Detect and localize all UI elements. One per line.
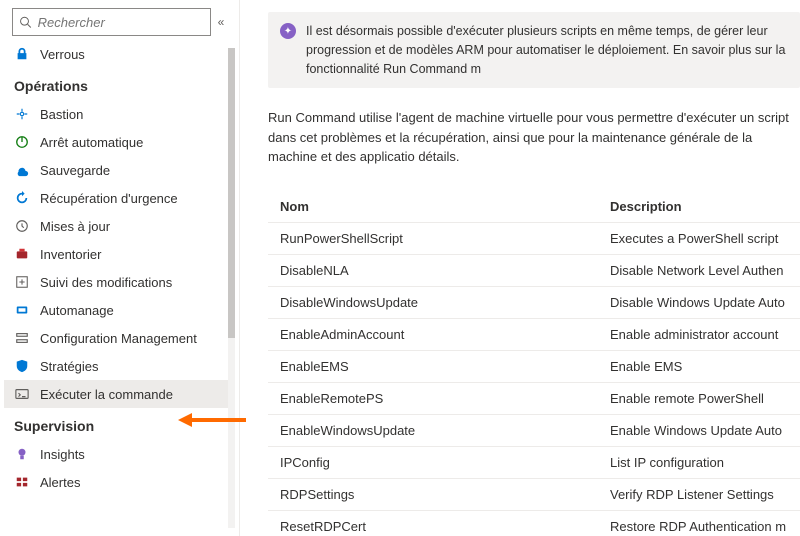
table-row[interactable]: DisableWindowsUpdateDisable Windows Upda…	[268, 286, 800, 318]
sidebar-item-label: Arrêt automatique	[40, 135, 143, 150]
section-header-operations: Opérations	[4, 68, 235, 100]
table-row[interactable]: EnableRemotePSEnable remote PowerShell	[268, 382, 800, 414]
sidebar-item-executer-commande[interactable]: Exécuter la commande	[4, 380, 235, 408]
recovery-icon	[14, 190, 30, 206]
policy-icon	[14, 358, 30, 374]
sidebar-item-verrous[interactable]: Verrous	[4, 40, 235, 68]
table-row[interactable]: RunPowerShellScriptExecutes a PowerShell…	[268, 222, 800, 254]
sidebar-item-label: Suivi des modifications	[40, 275, 172, 290]
sidebar-item-arret-automatique[interactable]: Arrêt automatique	[4, 128, 235, 156]
sidebar-item-label: Inventorier	[40, 247, 101, 262]
change-tracking-icon	[14, 274, 30, 290]
sidebar: « Verrous Opérations Bastion Arrêt autom…	[0, 0, 240, 536]
sidebar-item-label: Insights	[40, 447, 85, 462]
sidebar-item-label: Automanage	[40, 303, 114, 318]
sidebar-item-recuperation[interactable]: Récupération d'urgence	[4, 184, 235, 212]
main-panel: ✦ Il est désormais possible d'exécuter p…	[240, 0, 800, 536]
col-header-name[interactable]: Nom	[268, 191, 598, 223]
sidebar-item-label: Sauvegarde	[40, 163, 110, 178]
info-icon: ✦	[280, 23, 296, 39]
sidebar-item-sauvegarde[interactable]: Sauvegarde	[4, 156, 235, 184]
table-row[interactable]: RDPSettingsVerify RDP Listener Settings	[268, 478, 800, 510]
collapse-sidebar-button[interactable]: «	[211, 15, 231, 29]
alerts-icon	[14, 474, 30, 490]
lock-icon	[14, 46, 30, 62]
section-header-supervision: Supervision	[4, 408, 235, 440]
run-command-icon	[14, 386, 30, 402]
table-row[interactable]: EnableWindowsUpdateEnable Windows Update…	[268, 414, 800, 446]
sidebar-item-label: Configuration Management	[40, 331, 197, 346]
backup-icon	[14, 162, 30, 178]
table-row[interactable]: IPConfigList IP configuration	[268, 446, 800, 478]
sidebar-item-bastion[interactable]: Bastion	[4, 100, 235, 128]
table-row[interactable]: DisableNLADisable Network Level Authen	[268, 254, 800, 286]
sidebar-item-alertes[interactable]: Alertes	[4, 468, 235, 496]
info-banner: ✦ Il est désormais possible d'exécuter p…	[268, 12, 800, 88]
bastion-icon	[14, 106, 30, 122]
search-box[interactable]	[12, 8, 211, 36]
sidebar-item-label: Alertes	[40, 475, 80, 490]
sidebar-item-label: Exécuter la commande	[40, 387, 173, 402]
insights-icon	[14, 446, 30, 462]
sidebar-item-suivi-modifications[interactable]: Suivi des modifications	[4, 268, 235, 296]
sidebar-item-label: Verrous	[40, 47, 85, 62]
inventory-icon	[14, 246, 30, 262]
sidebar-item-config-management[interactable]: Configuration Management	[4, 324, 235, 352]
updates-icon	[14, 218, 30, 234]
table-row[interactable]: EnableAdminAccountEnable administrator a…	[268, 318, 800, 350]
table-row[interactable]: ResetRDPCertRestore RDP Authentication m	[268, 510, 800, 536]
sidebar-item-automanage[interactable]: Automanage	[4, 296, 235, 324]
command-table: Nom Description RunPowerShellScriptExecu…	[268, 191, 800, 536]
config-icon	[14, 330, 30, 346]
sidebar-item-label: Bastion	[40, 107, 83, 122]
col-header-description[interactable]: Description	[598, 191, 800, 223]
sidebar-item-label: Récupération d'urgence	[40, 191, 178, 206]
sidebar-item-label: Mises à jour	[40, 219, 110, 234]
intro-text: Run Command utilise l'agent de machine v…	[268, 108, 800, 167]
banner-text: Il est désormais possible d'exécuter plu…	[306, 22, 788, 78]
sidebar-item-label: Stratégies	[40, 359, 99, 374]
power-icon	[14, 134, 30, 150]
sidebar-scrollbar[interactable]	[228, 48, 235, 528]
sidebar-scrollbar-thumb[interactable]	[228, 48, 235, 338]
search-icon	[19, 15, 32, 29]
search-input[interactable]	[38, 15, 204, 30]
sidebar-item-mises-a-jour[interactable]: Mises à jour	[4, 212, 235, 240]
sidebar-item-strategies[interactable]: Stratégies	[4, 352, 235, 380]
table-row[interactable]: EnableEMSEnable EMS	[268, 350, 800, 382]
sidebar-item-inventorier[interactable]: Inventorier	[4, 240, 235, 268]
sidebar-item-insights[interactable]: Insights	[4, 440, 235, 468]
automanage-icon	[14, 302, 30, 318]
